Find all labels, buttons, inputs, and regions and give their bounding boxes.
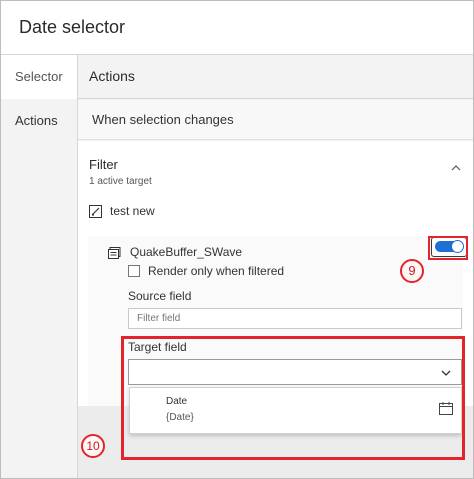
layer-icon xyxy=(108,247,121,259)
when-selection-changes-row[interactable]: When selection changes xyxy=(78,100,473,140)
actions-heading: Actions xyxy=(89,68,135,84)
panel-header: Date selector xyxy=(1,1,473,55)
edit-widget-icon xyxy=(89,205,102,218)
side-nav: Selector Actions xyxy=(1,55,78,478)
chevron-up-icon[interactable] xyxy=(451,163,461,173)
toggle-callout-box xyxy=(428,236,468,260)
callout-number-9: 9 xyxy=(400,259,424,283)
nav-item-actions[interactable]: Actions xyxy=(1,99,77,143)
when-selection-changes-label: When selection changes xyxy=(92,112,234,127)
layer-name: QuakeBuffer_SWave xyxy=(130,245,243,259)
callout-number-10: 10 xyxy=(81,434,105,458)
render-only-checkbox[interactable] xyxy=(128,265,140,277)
render-only-label: Render only when filtered xyxy=(148,264,285,278)
target-field-callout-box xyxy=(121,336,465,460)
filter-subtitle: 1 active target xyxy=(89,176,152,187)
actions-heading-bar: Actions xyxy=(78,55,473,99)
panel-title: Date selector xyxy=(19,17,126,37)
source-field-input[interactable] xyxy=(128,308,462,329)
target-widget-name: test new xyxy=(110,204,155,218)
source-field-label: Source field xyxy=(128,289,192,303)
filter-title: Filter xyxy=(89,157,118,172)
nav-item-selector[interactable]: Selector xyxy=(1,55,77,99)
